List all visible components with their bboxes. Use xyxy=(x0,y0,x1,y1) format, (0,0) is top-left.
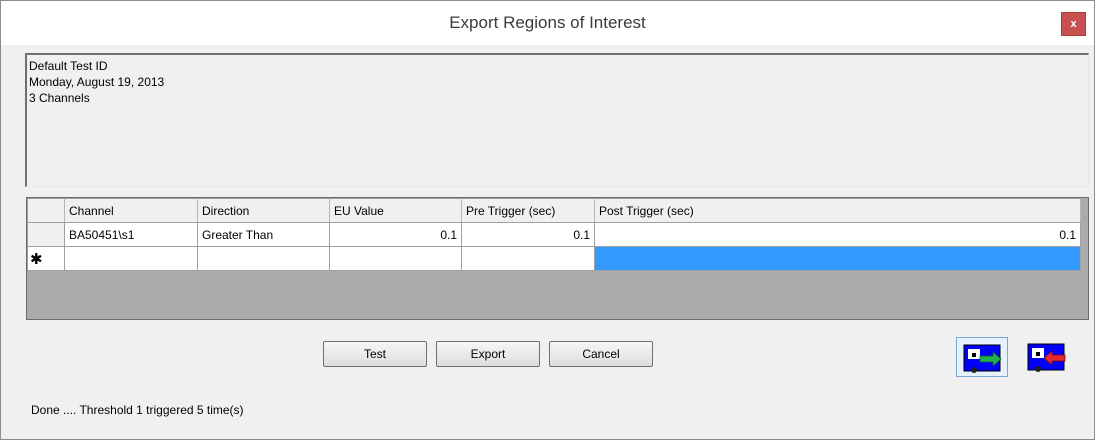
cell-eu-value[interactable]: 0.1 xyxy=(329,222,462,247)
column-header-channel[interactable]: Channel xyxy=(64,198,198,223)
new-row[interactable]: ✱ xyxy=(27,246,1081,271)
client-area: Default Test ID Monday, August 19, 2013 … xyxy=(9,45,1089,437)
row-header[interactable] xyxy=(27,222,65,247)
import-arrow-icon xyxy=(963,344,1002,373)
cell-post-trigger[interactable]: 0.1 xyxy=(594,222,1081,247)
new-row-marker[interactable]: ✱ xyxy=(27,246,65,271)
new-cell-eu-value[interactable] xyxy=(329,246,462,271)
test-id-text: Default Test ID xyxy=(29,59,108,73)
regions-grid[interactable]: Channel Direction EU Value Pre Trigger (… xyxy=(26,197,1089,320)
cell-channel[interactable]: BA50451\s1 xyxy=(64,222,198,247)
column-header-direction[interactable]: Direction xyxy=(197,198,330,223)
window-title: Export Regions of Interest xyxy=(449,13,646,32)
channel-count-text: 3 Channels xyxy=(29,91,90,105)
new-cell-post-trigger-selected[interactable] xyxy=(594,246,1081,271)
grid-corner-header[interactable] xyxy=(27,198,65,223)
export-arrow-icon xyxy=(1027,343,1066,372)
column-header-pre-trigger[interactable]: Pre Trigger (sec) xyxy=(461,198,595,223)
grid-header-row: Channel Direction EU Value Pre Trigger (… xyxy=(27,198,1081,223)
dialog-window: Export Regions of Interest x Default Tes… xyxy=(0,0,1095,440)
close-button[interactable]: x xyxy=(1061,12,1086,36)
test-date-text: Monday, August 19, 2013 xyxy=(29,75,165,89)
export-regions-button[interactable] xyxy=(1021,337,1073,377)
cell-direction[interactable]: Greater Than xyxy=(197,222,330,247)
column-header-post-trigger[interactable]: Post Trigger (sec) xyxy=(594,198,1081,223)
import-regions-button[interactable] xyxy=(956,337,1008,377)
new-cell-channel[interactable] xyxy=(64,246,198,271)
test-info-box: Default Test ID Monday, August 19, 2013 … xyxy=(25,53,1089,187)
new-cell-pre-trigger[interactable] xyxy=(461,246,595,271)
column-header-eu-value[interactable]: EU Value xyxy=(329,198,462,223)
test-button[interactable]: Test xyxy=(323,341,427,367)
export-button[interactable]: Export xyxy=(436,341,540,367)
cancel-button[interactable]: Cancel xyxy=(549,341,653,367)
cell-pre-trigger[interactable]: 0.1 xyxy=(461,222,595,247)
status-text: Done .... Threshold 1 triggered 5 time(s… xyxy=(31,403,244,417)
new-cell-direction[interactable] xyxy=(197,246,330,271)
title-bar[interactable]: Export Regions of Interest x xyxy=(1,1,1094,45)
table-row[interactable]: BA50451\s1 Greater Than 0.1 0.1 0.1 xyxy=(27,222,1081,247)
